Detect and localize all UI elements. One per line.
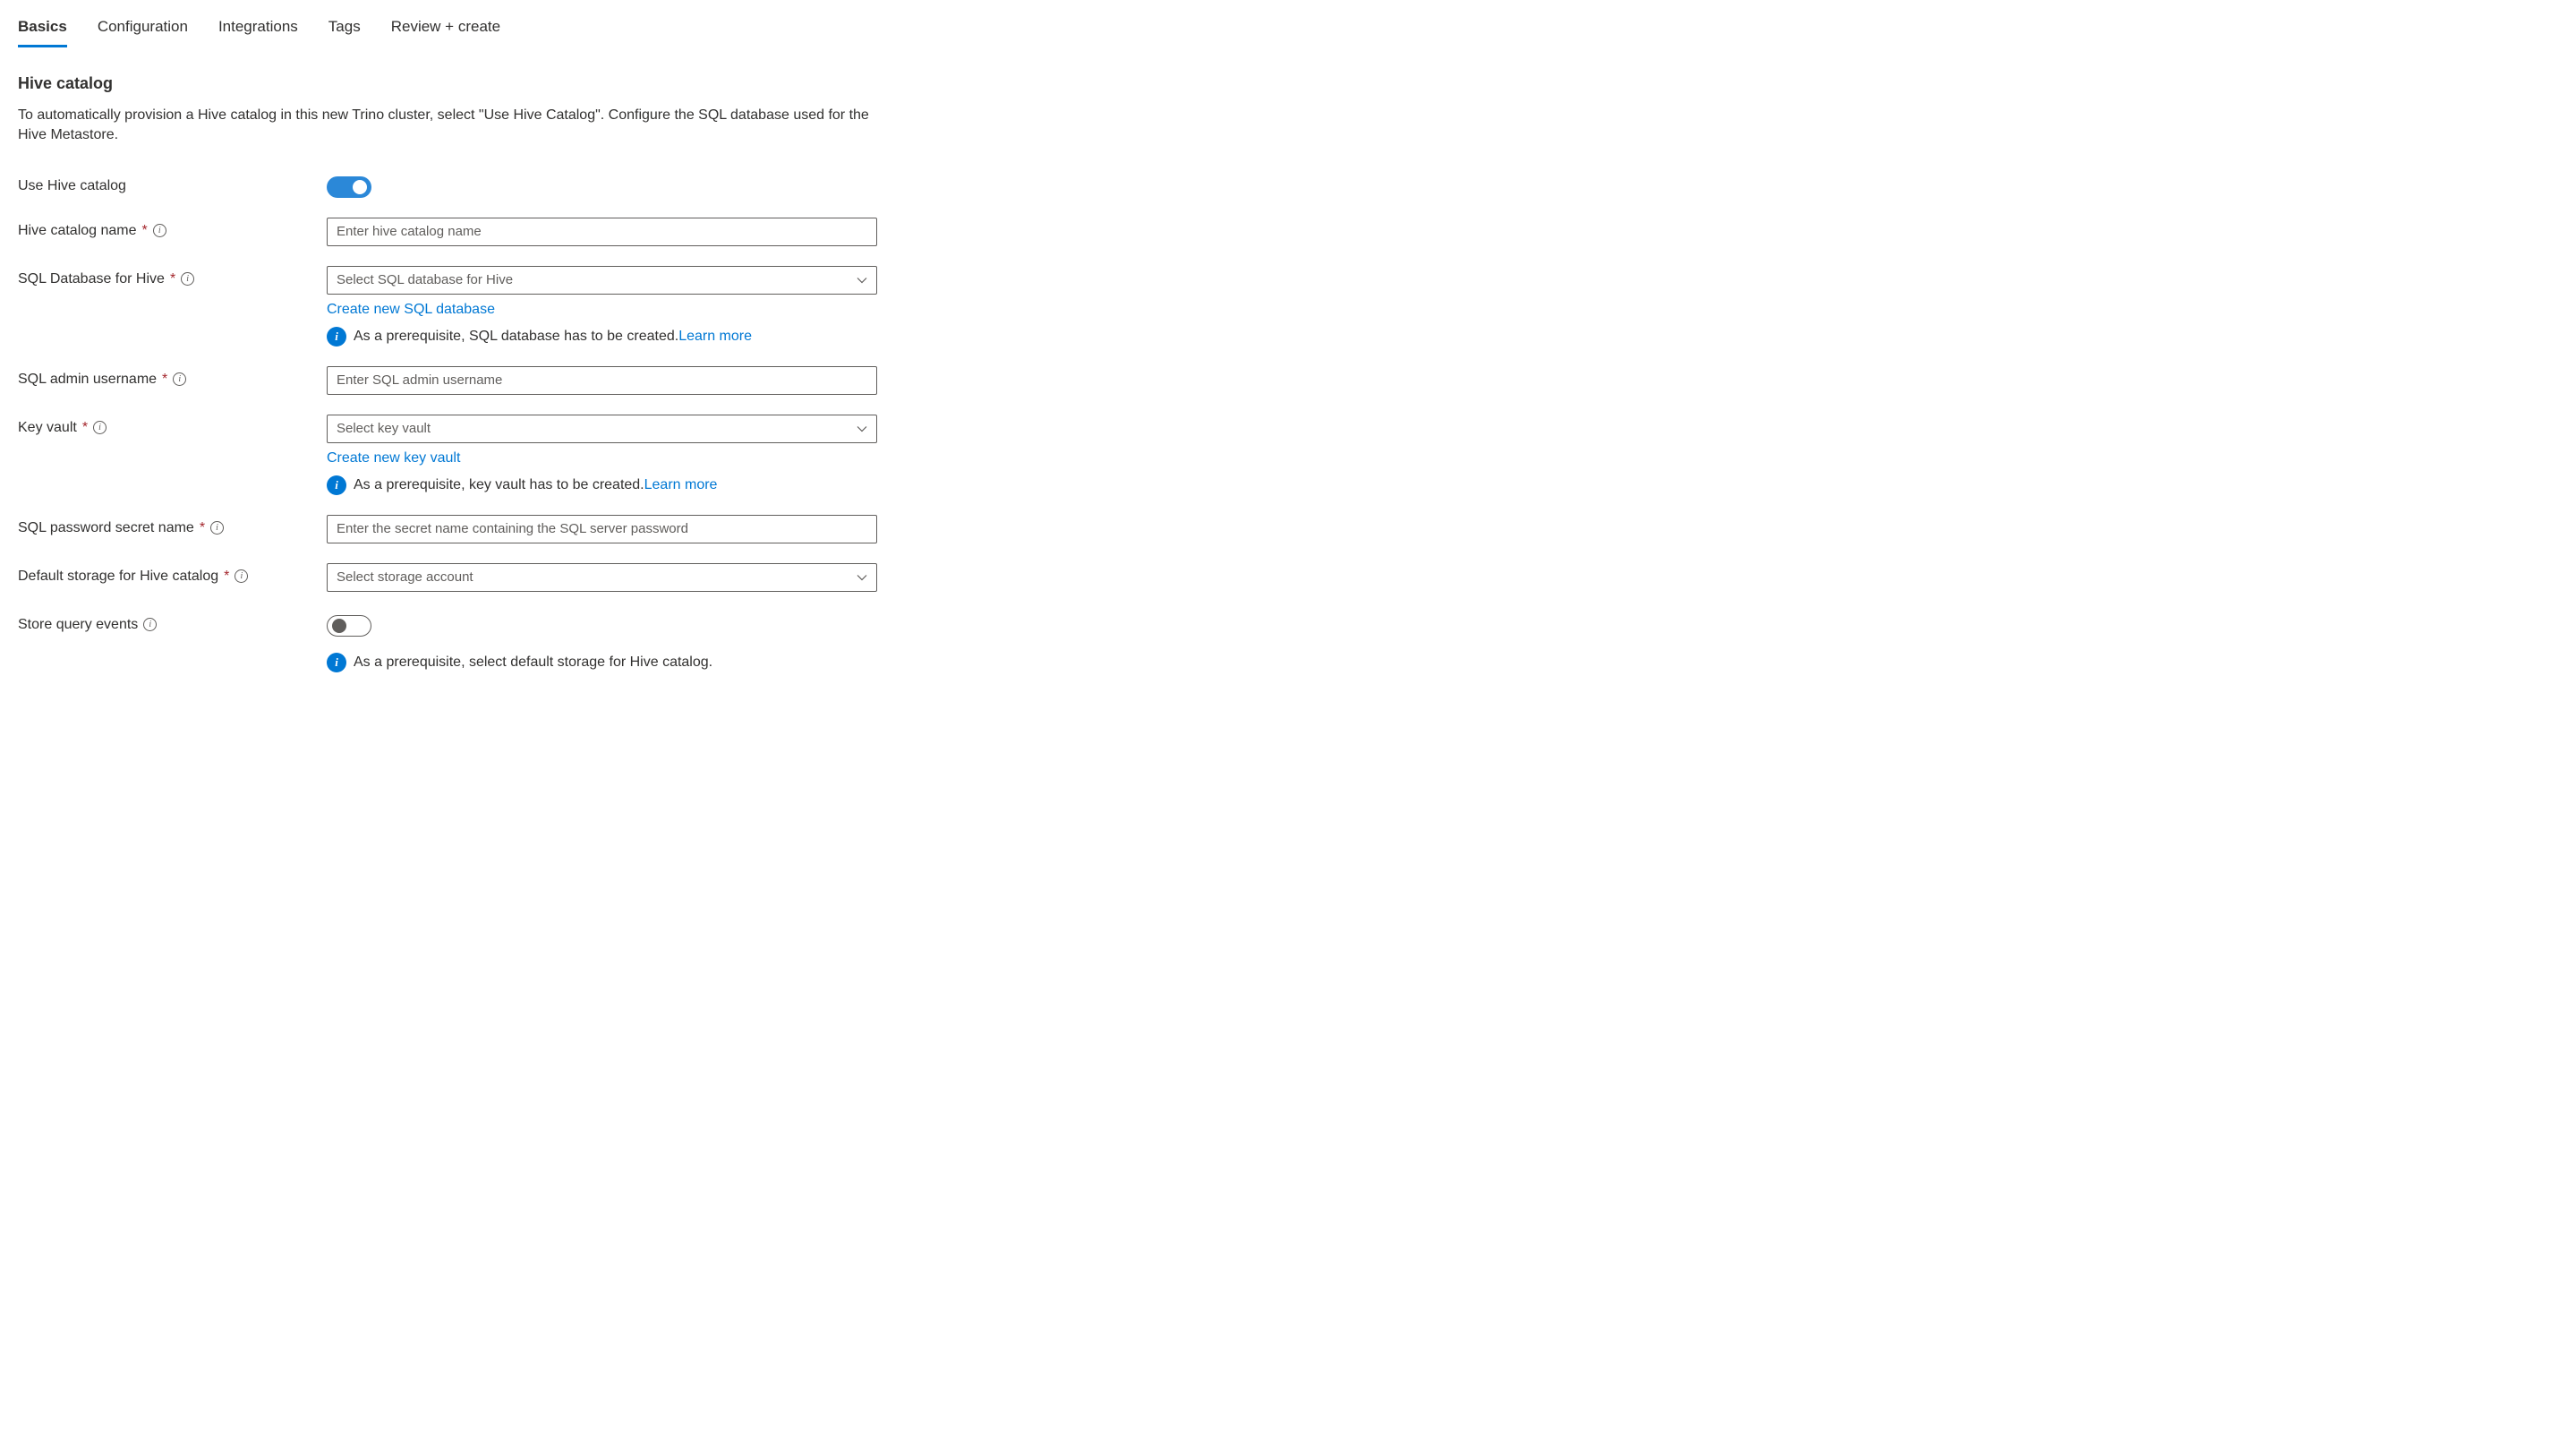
info-icon[interactable]: i <box>210 521 224 535</box>
info-icon[interactable]: i <box>181 272 194 286</box>
catalog-name-label: Hive catalog name <box>18 223 137 239</box>
sql-database-learn-more-link[interactable]: Learn more <box>678 329 752 344</box>
sql-password-secret-label: SQL password secret name <box>18 520 194 536</box>
key-vault-select[interactable]: Select key vault <box>327 415 877 443</box>
section-description: To automatically provision a Hive catalo… <box>18 106 877 146</box>
tab-basics[interactable]: Basics <box>18 18 67 47</box>
sql-database-label: SQL Database for Hive <box>18 271 165 287</box>
store-query-events-label: Store query events <box>18 617 138 633</box>
default-storage-select[interactable]: Select storage account <box>327 563 877 592</box>
sql-password-secret-input[interactable] <box>327 515 877 543</box>
create-key-vault-link[interactable]: Create new key vault <box>327 450 460 466</box>
required-indicator: * <box>170 271 175 287</box>
key-vault-label: Key vault <box>18 420 77 436</box>
key-vault-info-text: As a prerequisite, key vault has to be c… <box>354 477 644 492</box>
info-badge-icon: i <box>327 327 346 347</box>
sql-database-info-text: As a prerequisite, SQL database has to b… <box>354 329 678 344</box>
sql-admin-username-label: SQL admin username <box>18 372 157 388</box>
required-indicator: * <box>142 223 148 239</box>
key-vault-learn-more-link[interactable]: Learn more <box>644 477 718 492</box>
info-icon[interactable]: i <box>143 618 157 631</box>
default-storage-label: Default storage for Hive catalog <box>18 569 218 585</box>
required-indicator: * <box>200 520 205 536</box>
sql-database-select[interactable]: Select SQL database for Hive <box>327 266 877 295</box>
tab-configuration[interactable]: Configuration <box>98 18 188 47</box>
info-icon[interactable]: i <box>93 421 107 434</box>
required-indicator: * <box>82 420 88 436</box>
info-icon[interactable]: i <box>173 372 186 386</box>
use-hive-catalog-label: Use Hive catalog <box>18 178 126 194</box>
info-badge-icon: i <box>327 653 346 672</box>
info-icon[interactable]: i <box>235 569 248 583</box>
required-indicator: * <box>162 372 167 388</box>
tab-tags[interactable]: Tags <box>328 18 361 47</box>
tab-integrations[interactable]: Integrations <box>218 18 298 47</box>
create-sql-database-link[interactable]: Create new SQL database <box>327 302 495 318</box>
sql-admin-username-input[interactable] <box>327 366 877 395</box>
use-hive-catalog-toggle[interactable] <box>327 176 371 198</box>
tabs-bar: Basics Configuration Integrations Tags R… <box>18 0 2558 47</box>
section-title: Hive catalog <box>18 74 2558 93</box>
chevron-down-icon <box>857 574 867 581</box>
tab-review-create[interactable]: Review + create <box>391 18 500 47</box>
store-query-events-toggle[interactable] <box>327 615 371 637</box>
info-icon[interactable]: i <box>153 224 166 237</box>
chevron-down-icon <box>857 425 867 432</box>
store-query-events-info-text: As a prerequisite, select default storag… <box>354 655 712 671</box>
required-indicator: * <box>224 569 229 585</box>
info-badge-icon: i <box>327 475 346 495</box>
chevron-down-icon <box>857 277 867 284</box>
catalog-name-input[interactable] <box>327 218 877 246</box>
